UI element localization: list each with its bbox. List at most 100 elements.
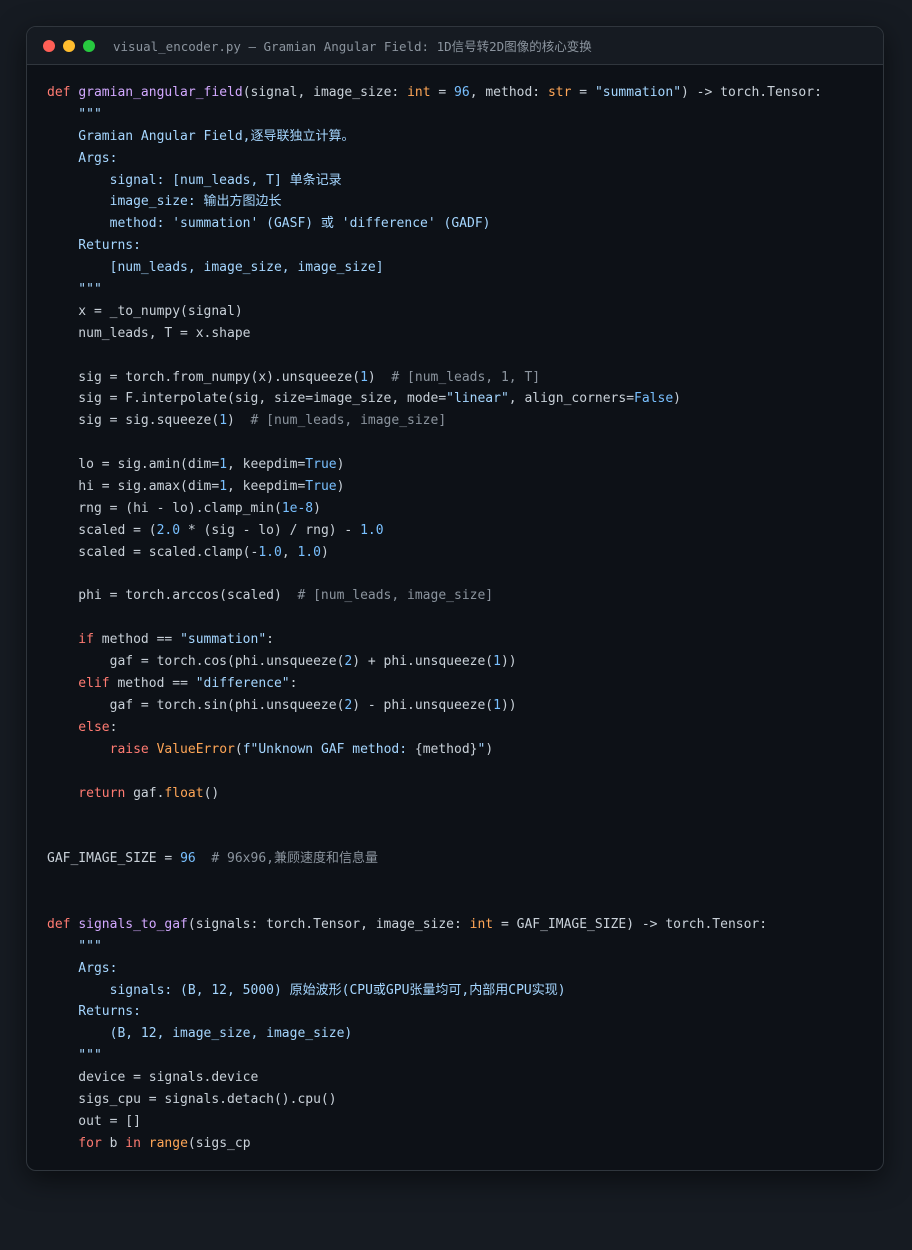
code-token: 1 [493, 654, 501, 670]
code-token: # [num_leads, image_size] [297, 588, 494, 604]
code-token: rng = (hi - lo).clamp_min( [47, 500, 282, 516]
code-token: , align_corners= [508, 391, 635, 407]
code-token: 1 [360, 369, 368, 385]
code-token: 1e-8 [281, 500, 314, 516]
code-token: : [289, 676, 298, 692]
code-token: 1 [219, 413, 228, 429]
code-token: """ [47, 282, 102, 298]
code-token: sig = sig.squeeze( [47, 413, 220, 429]
code-token: else [47, 719, 110, 735]
code-token: num_leads, T = x.shape [47, 325, 251, 341]
code-token: 1 [219, 479, 228, 495]
code-token: "summation" [594, 85, 682, 100]
code-token: 1 [219, 457, 228, 473]
code-line: for b in range(sigs_cp [47, 1133, 875, 1155]
code-token: Returns: [47, 1004, 141, 1020]
code-token: (signal, image_size: [242, 85, 408, 100]
code-token: x = _to_numpy(signal) [47, 303, 243, 319]
code-token: , keepdim= [227, 479, 306, 495]
code-token: signals: (B, 12, 5000) 原始波形(CPU或GPU张量均可,… [47, 982, 566, 998]
code-line: Args: [47, 958, 875, 980]
code-token: method == [93, 632, 181, 648]
code-token: gramian_angular_field [78, 85, 243, 100]
code-token: sig = F.interpolate(sig, size=image_size… [47, 391, 447, 407]
code-token: """ [47, 938, 102, 954]
code-line: GAF_IMAGE_SIZE = 96 # 96x96,兼顾速度和信息量 [47, 848, 875, 870]
code-line: def signals_to_gaf(signals: torch.Tensor… [47, 914, 875, 936]
code-token: ) [367, 369, 392, 385]
code-token: Args: [47, 960, 118, 976]
code-token: for [47, 1135, 102, 1151]
code-token: = GAF_IMAGE_SIZE) -> torch.Tensor: [493, 916, 768, 932]
code-token: range [148, 1135, 188, 1151]
code-token: "summation" [180, 632, 267, 648]
code-token: , method: [469, 85, 548, 100]
code-line: signals: (B, 12, 5000) 原始波形(CPU或GPU张量均可,… [47, 980, 875, 1002]
code-line: return gaf.float() [47, 783, 875, 805]
code-line: sig = sig.squeeze(1) # [num_leads, image… [47, 410, 875, 432]
code-line: [num_leads, image_size, image_size] [47, 257, 875, 279]
code-token: False [634, 391, 674, 407]
code-token: f"Unknown GAF method: [242, 741, 415, 757]
code-line: sig = torch.from_numpy(x).unsqueeze(1) #… [47, 367, 875, 389]
code-token: (signals: torch.Tensor, image_size: [187, 916, 470, 932]
code-token: ) [336, 457, 345, 473]
code-token: signal: [num_leads, T] 单条记录 [47, 172, 342, 188]
code-token: lo = sig.amin(dim= [47, 457, 220, 473]
code-token: raise [47, 741, 157, 757]
code-token: 1 [493, 697, 501, 713]
code-token: Returns: [47, 238, 141, 254]
code-token: ) + phi.unsqueeze( [352, 654, 494, 670]
code-token: scaled = ( [47, 522, 157, 538]
code-token: "difference" [195, 676, 290, 692]
code-token: ) -> torch.Tensor: [681, 85, 822, 100]
code-token: = [430, 85, 455, 100]
code-token: ) [336, 479, 345, 495]
code-token: hi = sig.amax(dim= [47, 479, 220, 495]
code-token: b [101, 1135, 126, 1151]
code-line: gaf = torch.sin(phi.unsqueeze(2) - phi.u… [47, 695, 875, 717]
code-token: method == [109, 676, 196, 692]
code-token: = [571, 85, 595, 100]
code-token: """ [47, 106, 102, 122]
code-line: scaled = scaled.clamp(-1.0, 1.0) [47, 542, 875, 564]
code-line: hi = sig.amax(dim=1, keepdim=True) [47, 476, 875, 498]
maximize-window-button[interactable] [83, 39, 95, 52]
code-token: # [num_leads, 1, T] [391, 369, 541, 385]
code-token: ) [320, 544, 329, 560]
code-token: gaf = torch.cos(phi.unsqueeze( [47, 654, 345, 670]
code-token: in [125, 1135, 149, 1151]
code-token: ) [485, 741, 494, 757]
code-area[interactable]: def gramian_angular_field(signal, image_… [47, 82, 875, 1155]
code-token: sig = torch.from_numpy(x).unsqueeze( [47, 369, 361, 385]
code-line: else: [47, 717, 875, 739]
code-token: , [281, 544, 298, 560]
code-token: {method} [414, 741, 478, 757]
code-token: : [109, 719, 118, 735]
code-token: image_size: 输出方图边长 [47, 194, 282, 210]
window-title: visual_encoder.py — Gramian Angular Fiel… [113, 39, 592, 54]
code-token: return [47, 785, 126, 801]
code-line: x = _to_numpy(signal) [47, 301, 875, 323]
code-token: float [164, 785, 204, 801]
minimize-window-button[interactable] [63, 39, 75, 52]
code-token: elif [47, 676, 110, 692]
code-line: def gramian_angular_field(signal, image_… [47, 82, 875, 104]
close-window-button[interactable] [43, 39, 55, 52]
editor-window: visual_encoder.py — Gramian Angular Fiel… [26, 26, 884, 1171]
code-token: gaf = torch.sin(phi.unsqueeze( [47, 697, 345, 713]
code-line: (B, 12, image_size, image_size) [47, 1023, 875, 1045]
code-line: Gramian Angular Field,逐导联独立计算。 [47, 126, 875, 148]
code-token: True [305, 457, 337, 473]
code-token: Args: [47, 150, 118, 166]
code-line: method: 'summation' (GASF) 或 'difference… [47, 213, 875, 235]
code-line: lo = sig.amin(dim=1, keepdim=True) [47, 454, 875, 476]
code-token: int [407, 85, 431, 100]
